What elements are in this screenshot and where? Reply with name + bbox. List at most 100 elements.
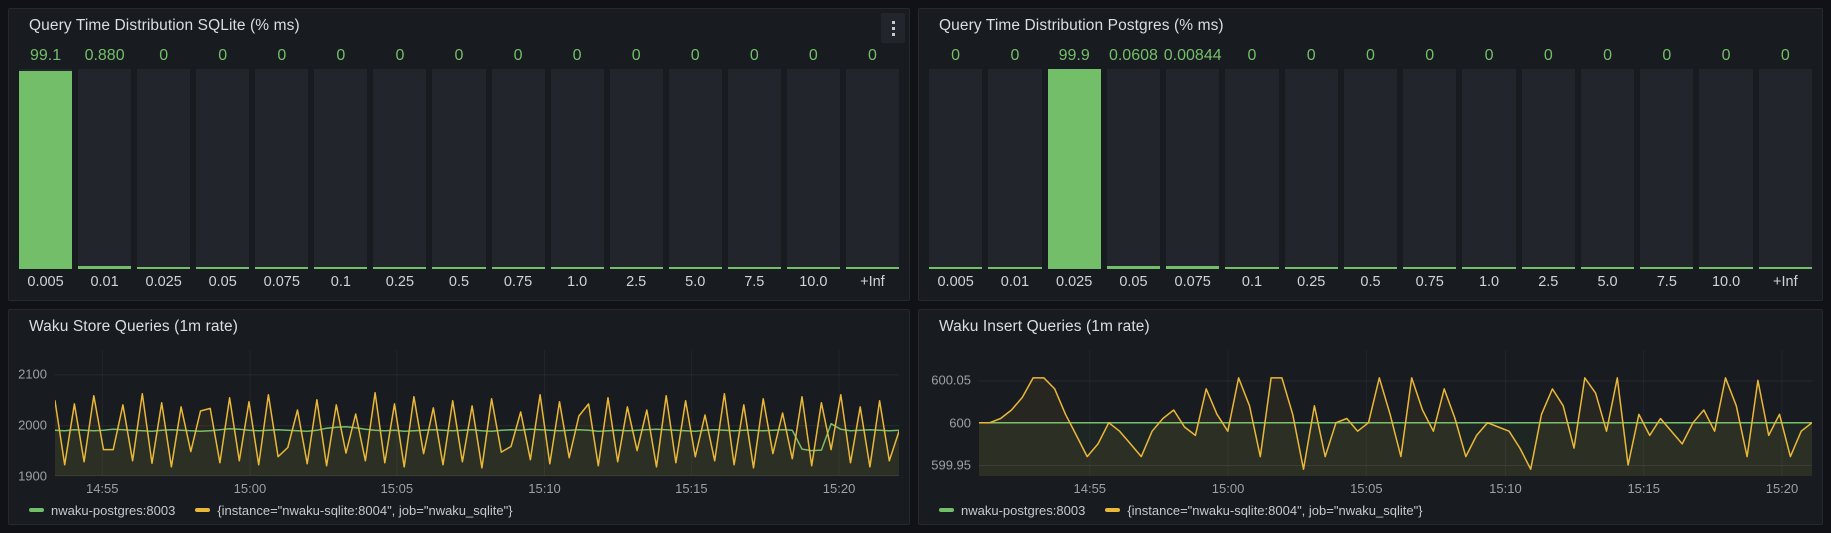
bar-track — [255, 69, 308, 269]
panel-title: Waku Store Queries (1m rate) — [29, 318, 238, 336]
panel-title: Waku Insert Queries (1m rate) — [939, 318, 1150, 336]
bar-gauge-column[interactable]: 00.1 — [314, 43, 367, 294]
bar-gauge-column[interactable]: 07.5 — [728, 43, 781, 294]
bar-fill — [1759, 267, 1812, 269]
bar-gauge-column[interactable]: 00.1 — [1225, 43, 1278, 294]
panel-header[interactable]: Waku Store Queries (1m rate) — [9, 310, 909, 344]
legend-swatch-green-icon — [29, 508, 44, 512]
bar-track — [1640, 69, 1693, 269]
bar-gauge-column[interactable]: 02.5 — [610, 43, 663, 294]
bar-gauge-column[interactable]: 0 0.025 — [137, 43, 190, 294]
bar-category-label: 0.01 — [988, 269, 1041, 294]
bar-fill — [1522, 267, 1575, 269]
bar-gauge-sqlite: 99.10.0050.8800.0100.02500.0500.07500.10… — [9, 43, 909, 300]
legend-label: nwaku-postgres:8003 — [51, 503, 175, 518]
bar-category-label: 0.75 — [492, 269, 545, 294]
bar-category-label: 0.025 — [1048, 269, 1101, 294]
panel-title: Query Time Distribution SQLite (% ms) — [29, 17, 300, 35]
bar-gauge-column[interactable]: 07.5 — [1640, 43, 1693, 294]
bar-gauge-column[interactable]: 0.008440.075 — [1166, 43, 1219, 294]
bar-value-label: 99.9 — [1048, 43, 1101, 69]
bar-gauge-column[interactable]: 00.01 — [988, 43, 1041, 294]
bar-value-label: 0.880 — [78, 43, 131, 69]
bar-fill — [988, 267, 1041, 269]
legend-swatch-yellow-icon — [195, 508, 210, 512]
bar-gauge-column[interactable]: 01.0 — [1462, 43, 1515, 294]
y-axis-tick-label: 2000 — [9, 418, 47, 433]
legend-item-nwaku-postgres[interactable]: nwaku-postgres:8003 — [939, 503, 1085, 518]
bar-track — [314, 69, 367, 269]
bar-gauge-column[interactable]: 010.0 — [787, 43, 840, 294]
bar-value-label: 0 — [1462, 43, 1515, 69]
bar-value-label: 0 — [728, 43, 781, 69]
bar-value-label: 0 — [137, 43, 190, 69]
bar-value-label: 0 — [432, 43, 485, 69]
bar-track — [1699, 69, 1752, 269]
timeseries-insert-queries: 599.95600600.0514:5515:0015:0515:1015:15… — [919, 344, 1822, 496]
bar-gauge-column[interactable]: 00.25 — [373, 43, 426, 294]
bar-fill — [551, 267, 604, 269]
legend-item-nwaku-sqlite[interactable]: {instance="nwaku-sqlite:8004", job="nwak… — [1105, 503, 1422, 518]
bar-category-label: 0.025 — [137, 269, 190, 294]
bar-track — [1581, 69, 1634, 269]
bar-gauge-column[interactable]: 01.0 — [551, 43, 604, 294]
bar-gauge-column[interactable]: 00.5 — [1344, 43, 1397, 294]
bar-gauge-column[interactable]: 00.075 — [255, 43, 308, 294]
bar-gauge-column[interactable]: 010.0 — [1699, 43, 1752, 294]
bar-fill — [669, 267, 722, 269]
bar-track — [1285, 69, 1338, 269]
panel-header[interactable]: Query Time Distribution Postgres (% ms) — [919, 9, 1822, 43]
bar-category-label: 5.0 — [1581, 269, 1634, 294]
bar-track — [787, 69, 840, 269]
bar-gauge-column[interactable]: 00.005 — [929, 43, 982, 294]
bar-gauge-column[interactable]: 0.8800.01 — [78, 43, 131, 294]
panel-title: Query Time Distribution Postgres (% ms) — [939, 17, 1224, 35]
bar-gauge-column[interactable]: 00.75 — [492, 43, 545, 294]
x-axis-tick-label: 15:05 — [381, 481, 414, 496]
bar-fill — [787, 267, 840, 269]
bar-gauge-column[interactable]: 0+Inf — [846, 43, 899, 294]
bar-gauge-column[interactable]: 0.06080.05 — [1107, 43, 1160, 294]
bar-value-label: 0 — [1522, 43, 1575, 69]
bar-gauge-column[interactable]: 00.5 — [432, 43, 485, 294]
bar-track — [492, 69, 545, 269]
bar-value-label: 0 — [988, 43, 1041, 69]
bar-value-label: 0 — [1344, 43, 1397, 69]
legend-item-nwaku-postgres[interactable]: nwaku-postgres:8003 — [29, 503, 175, 518]
x-axis-tick-label: 15:15 — [675, 481, 708, 496]
bar-gauge-column[interactable]: 99.10.005 — [19, 43, 72, 294]
bar-gauge-column[interactable]: 00.05 — [196, 43, 249, 294]
bar-fill — [929, 267, 982, 269]
bar-fill — [196, 267, 249, 269]
bar-gauge-column[interactable]: 00.25 — [1285, 43, 1338, 294]
bar-gauge-column[interactable]: 02.5 — [1522, 43, 1575, 294]
bar-fill — [373, 267, 426, 269]
bar-value-label: 0 — [846, 43, 899, 69]
panel-menu-icon[interactable] — [881, 13, 905, 43]
bar-value-label: 0 — [929, 43, 982, 69]
y-axis-tick-label: 600.05 — [919, 373, 971, 388]
bar-category-label: 0.5 — [432, 269, 485, 294]
bar-gauge-column[interactable]: 05.0 — [1581, 43, 1634, 294]
bar-gauge-column[interactable]: 99.9 0.025 — [1048, 43, 1101, 294]
bar-value-label: 0.00844 — [1166, 43, 1219, 69]
bar-category-label: +Inf — [1759, 269, 1812, 294]
bar-track — [551, 69, 604, 269]
bar-value-label: 0 — [1759, 43, 1812, 69]
bar-category-label: 0.25 — [1285, 269, 1338, 294]
x-axis-tick-label: 15:20 — [823, 481, 856, 496]
bar-gauge-column[interactable]: 05.0 — [669, 43, 722, 294]
bar-gauge-column[interactable]: 0 +Inf — [1759, 43, 1812, 294]
panel-header[interactable]: Waku Insert Queries (1m rate) — [919, 310, 1822, 344]
bar-fill — [1107, 266, 1160, 269]
bar-track — [1048, 69, 1101, 269]
bar-track — [1759, 69, 1812, 269]
bar-track — [432, 69, 485, 269]
bar-gauge-column[interactable]: 00.75 — [1403, 43, 1456, 294]
bar-value-label: 0.0608 — [1107, 43, 1160, 69]
bar-value-label: 0 — [255, 43, 308, 69]
panel-header[interactable]: Query Time Distribution SQLite (% ms) — [9, 9, 909, 43]
panel-query-time-postgres: Query Time Distribution Postgres (% ms) … — [918, 8, 1823, 301]
plot-area — [979, 350, 1812, 476]
legend-item-nwaku-sqlite[interactable]: {instance="nwaku-sqlite:8004", job="nwak… — [195, 503, 512, 518]
